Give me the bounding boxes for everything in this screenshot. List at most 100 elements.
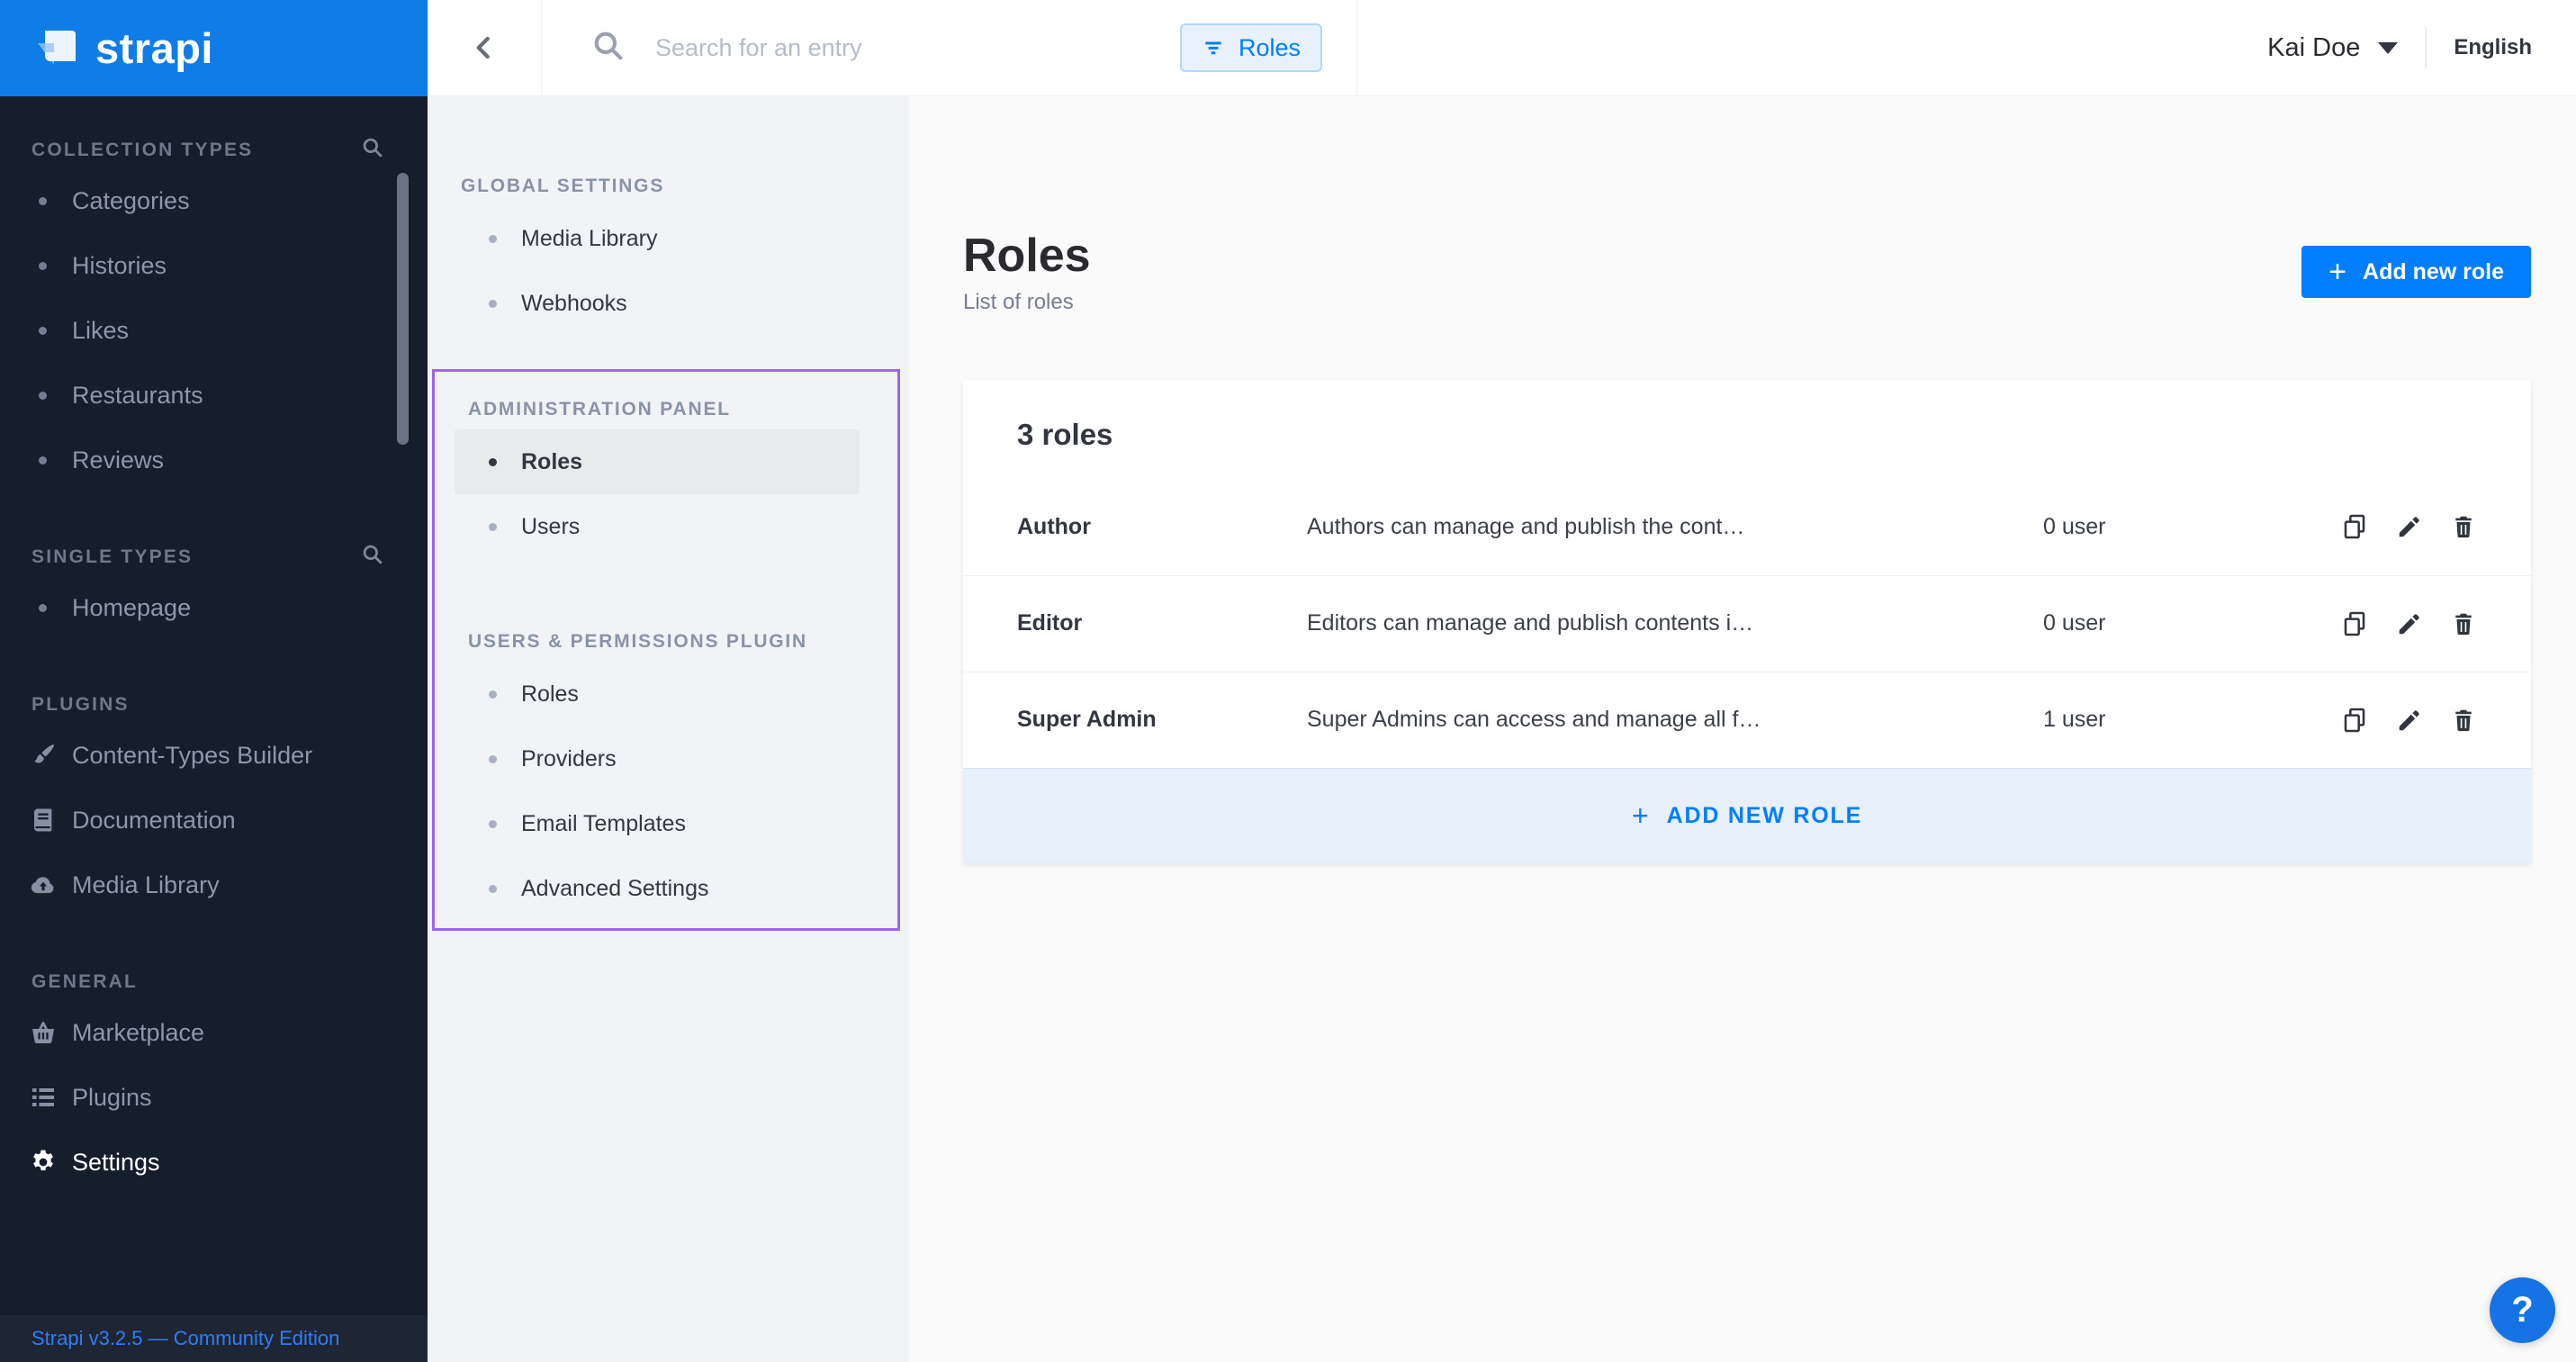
roles-count: 3 roles: [963, 380, 2531, 479]
right-column: Roles Kai Doe English GLOBAL SETTINGS Me…: [428, 0, 2576, 1362]
roles-table-card: 3 roles Author Authors can manage and pu…: [963, 380, 2531, 863]
sidebar-item-marketplace[interactable]: Marketplace: [0, 1000, 428, 1065]
duplicate-icon[interactable]: [2340, 706, 2369, 735]
search-filter-chip[interactable]: Roles: [1180, 23, 1322, 72]
duplicate-icon[interactable]: [2340, 512, 2369, 541]
role-name: Super Admin: [1017, 707, 1307, 733]
sidebar-item-histories[interactable]: Histories: [0, 233, 428, 298]
subnav-item-media-library[interactable]: Media Library: [455, 206, 864, 271]
delete-icon[interactable]: [2450, 513, 2477, 540]
global-search: Roles: [542, 0, 1357, 95]
collection-types-header: COLLECTION TYPES: [32, 140, 253, 161]
settings-subnav: GLOBAL SETTINGS Media Library Webhooks A…: [428, 96, 909, 1362]
table-row[interactable]: Author Authors can manage and publish th…: [963, 479, 2531, 575]
help-button[interactable]: ?: [2490, 1277, 2555, 1343]
role-name: Editor: [1017, 610, 1307, 636]
table-row[interactable]: Editor Editors can manage and publish co…: [963, 575, 2531, 672]
role-description: Super Admins can access and manage all f…: [1307, 707, 2043, 733]
general-header: GENERAL: [32, 971, 138, 993]
bullet-icon: [489, 690, 497, 699]
role-user-count: 0 user: [2043, 610, 2340, 636]
edit-icon[interactable]: [2396, 513, 2423, 540]
sidebar-item-plugins[interactable]: Plugins: [0, 1065, 428, 1130]
delete-icon[interactable]: [2450, 610, 2477, 637]
subnav-item-users[interactable]: Users: [455, 494, 860, 559]
plus-icon: +: [1632, 799, 1649, 833]
table-row[interactable]: Super Admin Super Admins can access and …: [963, 672, 2531, 768]
delete-icon[interactable]: [2450, 707, 2477, 734]
sidebar-item-likes[interactable]: Likes: [0, 298, 428, 363]
bullet-icon: [39, 262, 47, 270]
role-description: Editors can manage and publish contents …: [1307, 610, 2043, 636]
sidebar-scrollbar[interactable]: [397, 173, 409, 445]
left-menu-body: COLLECTION TYPES Categories Histories Li…: [0, 96, 428, 1315]
bullet-icon: [489, 458, 497, 466]
sidebar-item-documentation[interactable]: Documentation: [0, 788, 428, 852]
subnav-item-roles-admin[interactable]: Roles: [455, 429, 860, 494]
user-name: Kai Doe: [2267, 33, 2360, 63]
chevron-left-icon: [471, 28, 498, 68]
add-new-role-footer-button[interactable]: + ADD NEW ROLE: [963, 768, 2531, 863]
single-types-header: SINGLE TYPES: [32, 546, 193, 568]
role-user-count: 0 user: [2043, 514, 2340, 540]
section-collection-types: COLLECTION TYPES Categories Histories Li…: [0, 132, 428, 492]
edit-icon[interactable]: [2396, 610, 2423, 637]
brand-wordmark: strapi: [95, 23, 213, 73]
sidebar-item-content-types-builder[interactable]: Content-Types Builder: [0, 723, 428, 788]
collapse-menu-button[interactable]: [428, 0, 542, 95]
duplicate-icon[interactable]: [2340, 609, 2369, 638]
sidebar-item-restaurants[interactable]: Restaurants: [0, 363, 428, 428]
bullet-icon: [39, 456, 47, 465]
bullet-icon: [39, 392, 47, 400]
section-general: GENERAL Marketplace Plugins Settings: [0, 964, 428, 1195]
search-icon: [591, 29, 626, 68]
section-plugins: PLUGINS Content-Types Builder Documentat…: [0, 687, 428, 917]
language-selector[interactable]: English: [2454, 35, 2532, 60]
topbar-right: Kai Doe English: [2267, 27, 2576, 68]
gear-icon: [27, 1148, 59, 1177]
list-icon: [27, 1083, 59, 1112]
search-input[interactable]: [655, 34, 1180, 62]
bullet-icon: [489, 885, 497, 893]
subnav-item-advanced-settings[interactable]: Advanced Settings: [455, 856, 860, 921]
sidebar-item-categories[interactable]: Categories: [0, 168, 428, 233]
subnav-item-webhooks[interactable]: Webhooks: [455, 271, 864, 336]
subnav-item-providers[interactable]: Providers: [455, 726, 860, 791]
basket-icon: [27, 1018, 59, 1047]
sidebar-item-homepage[interactable]: Homepage: [0, 575, 428, 640]
plugins-header: PLUGINS: [32, 694, 130, 716]
global-settings-header: GLOBAL SETTINGS: [428, 167, 909, 206]
left-menu: strapi COLLECTION TYPES Categories Histo…: [0, 0, 428, 1362]
add-new-role-button[interactable]: + Add new role: [2301, 246, 2531, 298]
sidebar-item-settings[interactable]: Settings: [0, 1130, 428, 1195]
bullet-icon: [489, 523, 497, 531]
main-content: Roles List of roles + Add new role 3 rol…: [909, 96, 2576, 1362]
version-link[interactable]: Strapi v3.2.5 — Community Edition: [32, 1327, 339, 1350]
left-menu-footer: Strapi v3.2.5 — Community Edition: [0, 1315, 428, 1362]
sidebar-item-reviews[interactable]: Reviews: [0, 428, 428, 492]
topbar: Roles Kai Doe English: [428, 0, 2576, 96]
strapi-logo[interactable]: strapi: [0, 0, 428, 96]
cloud-upload-icon: [27, 870, 59, 899]
users-permissions-header: USERS & PERMISSIONS PLUGIN: [435, 622, 897, 662]
search-icon[interactable]: [361, 136, 384, 165]
role-name: Author: [1017, 514, 1307, 540]
role-description: Authors can manage and publish the cont…: [1307, 514, 2043, 540]
bullet-icon: [489, 235, 497, 243]
page-subtitle: List of roles: [963, 290, 1091, 315]
role-user-count: 1 user: [2043, 707, 2340, 733]
section-single-types: SINGLE TYPES Homepage: [0, 539, 428, 640]
user-menu[interactable]: Kai Doe: [2267, 33, 2398, 63]
page-title: Roles: [963, 231, 1091, 281]
highlighted-sections-box: ADMINISTRATION PANEL Roles Users USERS &…: [432, 369, 900, 931]
subnav-item-email-templates[interactable]: Email Templates: [455, 791, 860, 856]
search-icon[interactable]: [361, 543, 384, 572]
subnav-item-roles-plugin[interactable]: Roles: [455, 662, 860, 726]
page-header: Roles List of roles + Add new role: [963, 231, 2531, 315]
bullet-icon: [489, 755, 497, 763]
edit-icon[interactable]: [2396, 707, 2423, 734]
sidebar-item-media-library[interactable]: Media Library: [0, 852, 428, 917]
paintbrush-icon: [27, 741, 59, 770]
bullet-icon: [39, 604, 47, 612]
content-row: GLOBAL SETTINGS Media Library Webhooks A…: [428, 96, 2576, 1362]
